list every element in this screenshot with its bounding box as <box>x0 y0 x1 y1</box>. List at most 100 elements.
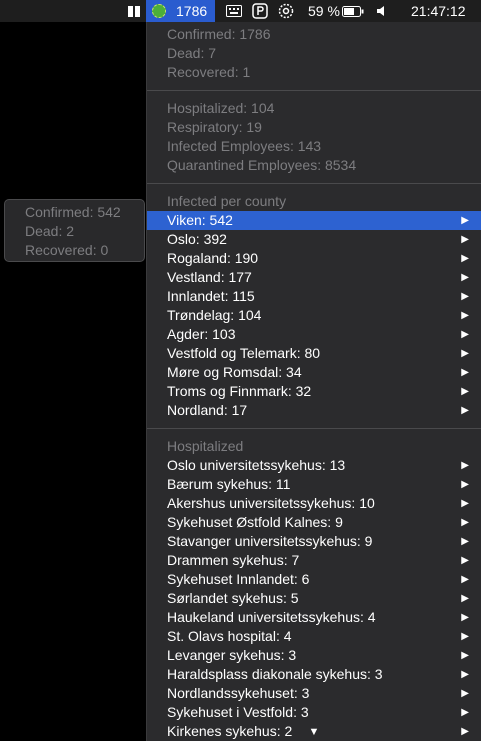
hospital-menu-item-label: St. Olavs hospital: 4 <box>167 628 292 644</box>
hospital-menu-item[interactable]: Sykehuset Innlandet: 6 ▶ <box>147 570 481 589</box>
county-menu-item-label: Rogaland: 190 <box>167 250 259 266</box>
stat-hospitalized: Hospitalized: 104 <box>167 100 275 116</box>
submenu-arrow-icon: ▶ <box>461 253 469 264</box>
hospital-menu-item[interactable]: Haukeland universitetssykehus: 4 ▶ <box>147 608 481 627</box>
separator <box>147 90 481 91</box>
covid-status-item[interactable]: 1786 <box>146 0 216 22</box>
county-menu-item[interactable]: Nordland: 17 ▶ <box>147 401 481 420</box>
submenu-arrow-icon: ▶ <box>461 234 469 245</box>
submenu-arrow-icon: ▶ <box>461 329 469 340</box>
submenu-arrow-icon: ▶ <box>461 593 469 604</box>
hospital-menu-item[interactable]: Sykehuset i Vestfold: 3 ▶ <box>147 703 481 722</box>
hospital-menu-item-label: Oslo universitetssykehus: 13 <box>167 457 346 473</box>
county-menu-item-label: Viken: 542 <box>167 212 233 228</box>
hospital-menu-item[interactable]: Oslo universitetssykehus: 13 ▶ <box>147 456 481 475</box>
submenu-arrow-icon: ▶ <box>461 574 469 585</box>
submenu-arrow-icon: ▶ <box>461 348 469 359</box>
hospital-menu-item[interactable]: Akershus universitetssykehus: 10 ▶ <box>147 494 481 513</box>
county-menu-item-label: Innlandet: 115 <box>167 288 255 304</box>
submenu-arrow-icon: ▶ <box>461 460 469 471</box>
hospital-menu-item-label: Haukeland universitetssykehus: 4 <box>167 609 376 625</box>
hospital-menu-item-label: Bærum sykehus: 11 <box>167 476 291 492</box>
submenu-arrow-icon: ▶ <box>461 612 469 623</box>
hospital-menu-item[interactable]: Nordlandssykehuset: 3 ▶ <box>147 684 481 703</box>
separator <box>147 183 481 184</box>
county-detail-submenu: Confirmed: 542 Dead: 2 Recovered: 0 <box>4 199 145 262</box>
submenu-dead: Dead: 2 <box>25 223 75 239</box>
separator <box>147 428 481 429</box>
submenu-arrow-icon: ▶ <box>461 650 469 661</box>
county-menu-item[interactable]: Rogaland: 190 ▶ <box>147 249 481 268</box>
hospital-menu-item[interactable]: Sykehuset Østfold Kalnes: 9 ▶ <box>147 513 481 532</box>
summary-recovered: Recovered: 1 <box>167 64 251 80</box>
county-menu-item[interactable]: Troms og Finnmark: 32 ▶ <box>147 382 481 401</box>
confirmed-count: 1786 <box>176 3 208 19</box>
county-menu-item[interactable]: Trøndelag: 104 ▶ <box>147 306 481 325</box>
scroll-down-arrow-icon[interactable]: ▼ <box>147 726 481 738</box>
app-p-icon[interactable] <box>252 0 268 22</box>
hospital-section-header: Hospitalized <box>167 438 244 454</box>
battery-percent: 59 % <box>308 3 340 19</box>
county-menu-item-label: Vestfold og Telemark: 80 <box>167 345 321 361</box>
hospital-menu-item-label: Nordlandssykehuset: 3 <box>167 685 310 701</box>
submenu-arrow-icon: ▶ <box>461 367 469 378</box>
county-list: Viken: 542 ▶ Oslo: 392 ▶ Rogaland: 190 ▶ Vestl… <box>147 211 481 420</box>
submenu-confirmed: Confirmed: 542 <box>25 204 121 220</box>
county-menu-item[interactable]: Vestland: 177 ▶ <box>147 268 481 287</box>
submenu-arrow-icon: ▶ <box>461 272 469 283</box>
county-menu-item-label: Trøndelag: 104 <box>167 307 262 323</box>
submenu-arrow-icon: ▶ <box>461 386 469 397</box>
stat-infected-employees: Infected Employees: 143 <box>167 138 322 154</box>
county-menu-item[interactable]: Oslo: 392 ▶ <box>147 230 481 249</box>
submenu-arrow-icon: ▶ <box>461 405 469 416</box>
submenu-recovered: Recovered: 0 <box>25 242 109 258</box>
volume-icon[interactable] <box>376 0 388 22</box>
menu-bar: 1786 59 % 21:47:12 <box>0 0 481 22</box>
hospital-menu-item[interactable]: Bærum sykehus: 11 ▶ <box>147 475 481 494</box>
submenu-arrow-icon: ▶ <box>461 215 469 226</box>
clock[interactable]: 21:47:12 <box>411 0 466 22</box>
county-menu-item-label: Møre og Romsdal: 34 <box>167 364 302 380</box>
submenu-arrow-icon: ▶ <box>461 498 469 509</box>
dropdown-menu: Confirmed: 1786 Dead: 7 Recovered: 1 Hos… <box>146 22 481 741</box>
submenu-arrow-icon: ▶ <box>461 707 469 718</box>
county-section-header: Infected per county <box>167 193 287 209</box>
submenu-arrow-icon: ▶ <box>461 631 469 642</box>
hospital-menu-item[interactable]: Levanger sykehus: 3 ▶ <box>147 646 481 665</box>
county-menu-item[interactable]: Viken: 542 ▶ <box>147 211 481 230</box>
county-menu-item-label: Troms og Finnmark: 32 <box>167 383 312 399</box>
submenu-arrow-icon: ▶ <box>461 479 469 490</box>
county-menu-item-label: Agder: 103 <box>167 326 236 342</box>
settings-gear-icon[interactable] <box>278 0 294 22</box>
split-view-icon[interactable] <box>128 0 140 22</box>
summary-confirmed: Confirmed: 1786 <box>167 26 271 42</box>
hospital-menu-item-label: Levanger sykehus: 3 <box>167 647 297 663</box>
battery-icon[interactable] <box>342 0 364 22</box>
keyboard-icon[interactable] <box>226 0 242 22</box>
submenu-arrow-icon: ▶ <box>461 555 469 566</box>
virus-icon <box>152 4 166 18</box>
submenu-arrow-icon: ▶ <box>461 291 469 302</box>
county-menu-item[interactable]: Møre og Romsdal: 34 ▶ <box>147 363 481 382</box>
county-menu-item[interactable]: Vestfold og Telemark: 80 ▶ <box>147 344 481 363</box>
hospital-menu-item-label: Sykehuset Østfold Kalnes: 9 <box>167 514 343 530</box>
hospital-menu-item-label: Drammen sykehus: 7 <box>167 552 300 568</box>
hospital-menu-item-label: Akershus universitetssykehus: 10 <box>167 495 375 511</box>
hospital-menu-item-label: Sykehuset Innlandet: 6 <box>167 571 310 587</box>
hospital-menu-item-label: Haraldsplass diakonale sykehus: 3 <box>167 666 383 682</box>
hospital-menu-item-label: Stavanger universitetssykehus: 9 <box>167 533 373 549</box>
county-menu-item[interactable]: Innlandet: 115 ▶ <box>147 287 481 306</box>
hospital-menu-item[interactable]: Drammen sykehus: 7 ▶ <box>147 551 481 570</box>
hospital-menu-item-label: Sykehuset i Vestfold: 3 <box>167 704 309 720</box>
hospital-menu-item[interactable]: Sørlandet sykehus: 5 ▶ <box>147 589 481 608</box>
submenu-arrow-icon: ▶ <box>461 669 469 680</box>
hospital-menu-item[interactable]: Stavanger universitetssykehus: 9 ▶ <box>147 532 481 551</box>
hospital-menu-item[interactable]: Haraldsplass diakonale sykehus: 3 ▶ <box>147 665 481 684</box>
hospital-menu-item[interactable]: St. Olavs hospital: 4 ▶ <box>147 627 481 646</box>
submenu-arrow-icon: ▶ <box>461 310 469 321</box>
county-menu-item-label: Nordland: 17 <box>167 402 248 418</box>
hospital-menu-item-label: Sørlandet sykehus: 5 <box>167 590 299 606</box>
submenu-arrow-icon: ▶ <box>461 536 469 547</box>
submenu-arrow-icon: ▶ <box>461 688 469 699</box>
county-menu-item[interactable]: Agder: 103 ▶ <box>147 325 481 344</box>
